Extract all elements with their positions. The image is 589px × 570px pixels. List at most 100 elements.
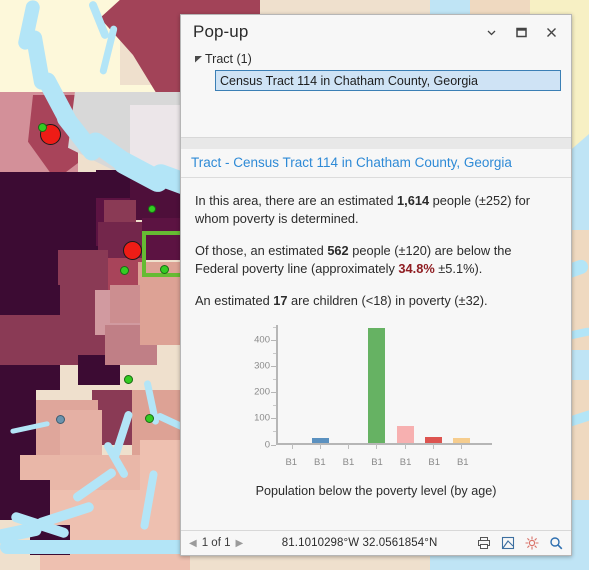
panel-band: [181, 138, 571, 149]
chart-bars: [278, 325, 476, 449]
text-run: ±5.1%).: [434, 260, 483, 276]
chart-y-tick: [271, 418, 276, 420]
chart-x-tick: [461, 443, 463, 449]
magnifier-icon[interactable]: [548, 536, 563, 551]
chart-y-tick-label: 100: [254, 412, 270, 424]
chart-bar[interactable]: [368, 327, 386, 443]
text-run: Of those, an estimated: [195, 243, 328, 258]
map-point[interactable]: [124, 375, 133, 384]
chart-y-tick: [271, 366, 276, 368]
text-run: In this area, there are an estimated: [195, 193, 398, 208]
print-icon[interactable]: [476, 536, 491, 551]
value-population-total: 1,614: [397, 193, 430, 208]
chart-y-minor-tick: [273, 379, 276, 381]
chart-x-axis: [276, 442, 492, 445]
chart-y-minor-tick: [273, 327, 276, 329]
maximize-icon[interactable]: [513, 24, 529, 40]
next-record-button[interactable]: ▶: [235, 538, 243, 549]
chart-y-minor-tick: [273, 405, 276, 407]
record-pager: ◀ 1 of 1 ▶: [187, 537, 243, 549]
chart-x-label: B1: [456, 456, 469, 468]
map-point[interactable]: [145, 414, 154, 423]
window-controls: [483, 24, 563, 40]
chart-bar-slot: [419, 325, 447, 449]
chart-y-tick-label: 400: [254, 334, 270, 346]
prev-record-button[interactable]: ◀: [189, 538, 197, 549]
chevron-down-icon[interactable]: [483, 24, 499, 40]
close-icon[interactable]: [543, 24, 559, 40]
record-paragraph-2: Of those, an estimated 562 people (±120)…: [195, 242, 557, 277]
map-point[interactable]: [38, 123, 47, 132]
map-polygon: [104, 200, 136, 222]
chart-y-tick-label: 200: [254, 386, 270, 398]
chart-y-tick: [271, 340, 276, 342]
chart-x-label: B1: [428, 456, 440, 468]
chart-caption: Population below the poverty level (by a…: [255, 484, 497, 498]
chart-x-tick: [348, 443, 350, 449]
record-paragraph-1: In this area, there are an estimated 1,6…: [195, 192, 557, 227]
map-point[interactable]: [120, 266, 129, 275]
popup-title: Pop-up: [193, 22, 249, 41]
panel-divider: [181, 99, 571, 138]
chart-y-minor-tick: [273, 431, 276, 433]
chart-bar-slot: [391, 325, 419, 449]
chart-bar[interactable]: [453, 437, 471, 443]
chart-y-minor-tick: [273, 353, 276, 355]
tree-group-label: Tract (1): [205, 51, 252, 66]
chart-x-tick: [319, 443, 321, 449]
content-scrollbar[interactable]: [563, 178, 571, 530]
chart-bar-slot: [306, 325, 334, 449]
chart-x-tick: [404, 443, 406, 449]
map-polygon: [0, 285, 60, 315]
chart-x-tick: [376, 443, 378, 449]
tree-group-row[interactable]: Tract (1): [181, 49, 571, 68]
screen: Pop-up Tract (1) Census Tract 114 in Cha…: [0, 0, 589, 570]
record-content: In this area, there are an estimated 1,6…: [181, 178, 571, 530]
chart-x-labels: B1 B1 B1 B1 B1 B1 B1: [277, 454, 477, 472]
map-point[interactable]: [160, 265, 169, 274]
chart-bar-slot: [278, 325, 306, 449]
text-run: An estimated: [195, 293, 274, 308]
chart-x-label: B1: [371, 456, 383, 468]
value-poverty-percent: 34.8%: [398, 260, 435, 276]
poverty-bar-chart: 0 100 200 300 400 B1 B1 B1 B1 B1 B1 B1 Population …: [195, 324, 557, 501]
chart-bar-slot: [335, 325, 363, 449]
chart-bar[interactable]: [425, 436, 443, 443]
tree-item-selected[interactable]: Census Tract 114 in Chatham County, Geor…: [215, 70, 561, 91]
chart-x-label: B1: [399, 456, 412, 468]
record-paragraph-3: An estimated 17 are children (<18) in po…: [195, 292, 557, 310]
page-label: 1 of 1: [201, 537, 231, 549]
text-run: are children (<18) in poverty (±32).: [287, 293, 488, 308]
map-point[interactable]: [56, 415, 65, 424]
chart-y-tick: [271, 392, 276, 394]
chart-plot-area: 0 100 200 300 400: [254, 324, 492, 450]
record-header-link[interactable]: Tract - Census Tract 114 in Chatham Coun…: [181, 149, 571, 178]
chart-x-label: B1: [342, 456, 355, 468]
map-point[interactable]: [148, 205, 156, 213]
map-polygon: [0, 0, 120, 95]
feature-tree: Tract (1) Census Tract 114 in Chatham Co…: [181, 49, 571, 99]
caret-expanded-icon[interactable]: [191, 52, 205, 66]
popup-footer: ◀ 1 of 1 ▶ 81.1010298°W 32.0561854°N: [181, 530, 571, 555]
coordinates-readout: 81.1010298°W 32.0561854°N: [281, 537, 438, 549]
map-marker[interactable]: [123, 241, 142, 260]
chart-bar[interactable]: [311, 438, 329, 443]
clip-layer-icon[interactable]: [500, 536, 515, 551]
chart-bar-slot: [363, 325, 391, 449]
chart-x-label: B1: [285, 456, 298, 468]
footer-tools: [476, 536, 565, 551]
chart-x-tick: [291, 443, 293, 449]
chart-bar-slot: [448, 325, 476, 449]
chart-y-tick-label: 0: [264, 438, 270, 450]
popup-panel: Pop-up Tract (1) Census Tract 114 in Cha…: [180, 14, 572, 556]
chart-x-label: B1: [314, 456, 326, 468]
popup-titlebar: Pop-up: [181, 15, 571, 49]
chart-y-tick-label: 300: [254, 360, 270, 372]
chart-x-tick: [433, 443, 435, 449]
map-water: [0, 540, 190, 554]
chart-bar[interactable]: [396, 426, 414, 443]
zoom-to-icon[interactable]: [524, 536, 539, 551]
popup-body: Tract - Census Tract 114 in Chatham Coun…: [181, 149, 571, 530]
value-children-poverty: 17: [273, 293, 288, 308]
chart-y-tick: [271, 444, 276, 446]
